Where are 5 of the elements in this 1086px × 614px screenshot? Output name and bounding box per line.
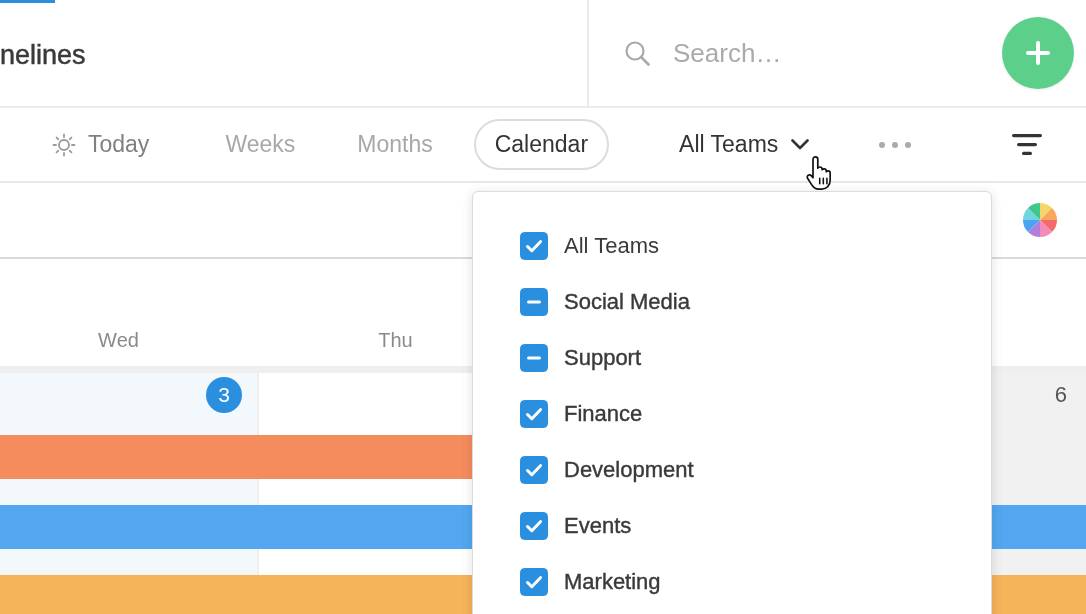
date-number: 6 <box>1054 381 1068 409</box>
date-badge: 3 <box>206 377 242 413</box>
day-name: Thu <box>378 328 413 352</box>
page-title: nelines <box>0 40 86 70</box>
day-name: Wed <box>98 328 139 352</box>
